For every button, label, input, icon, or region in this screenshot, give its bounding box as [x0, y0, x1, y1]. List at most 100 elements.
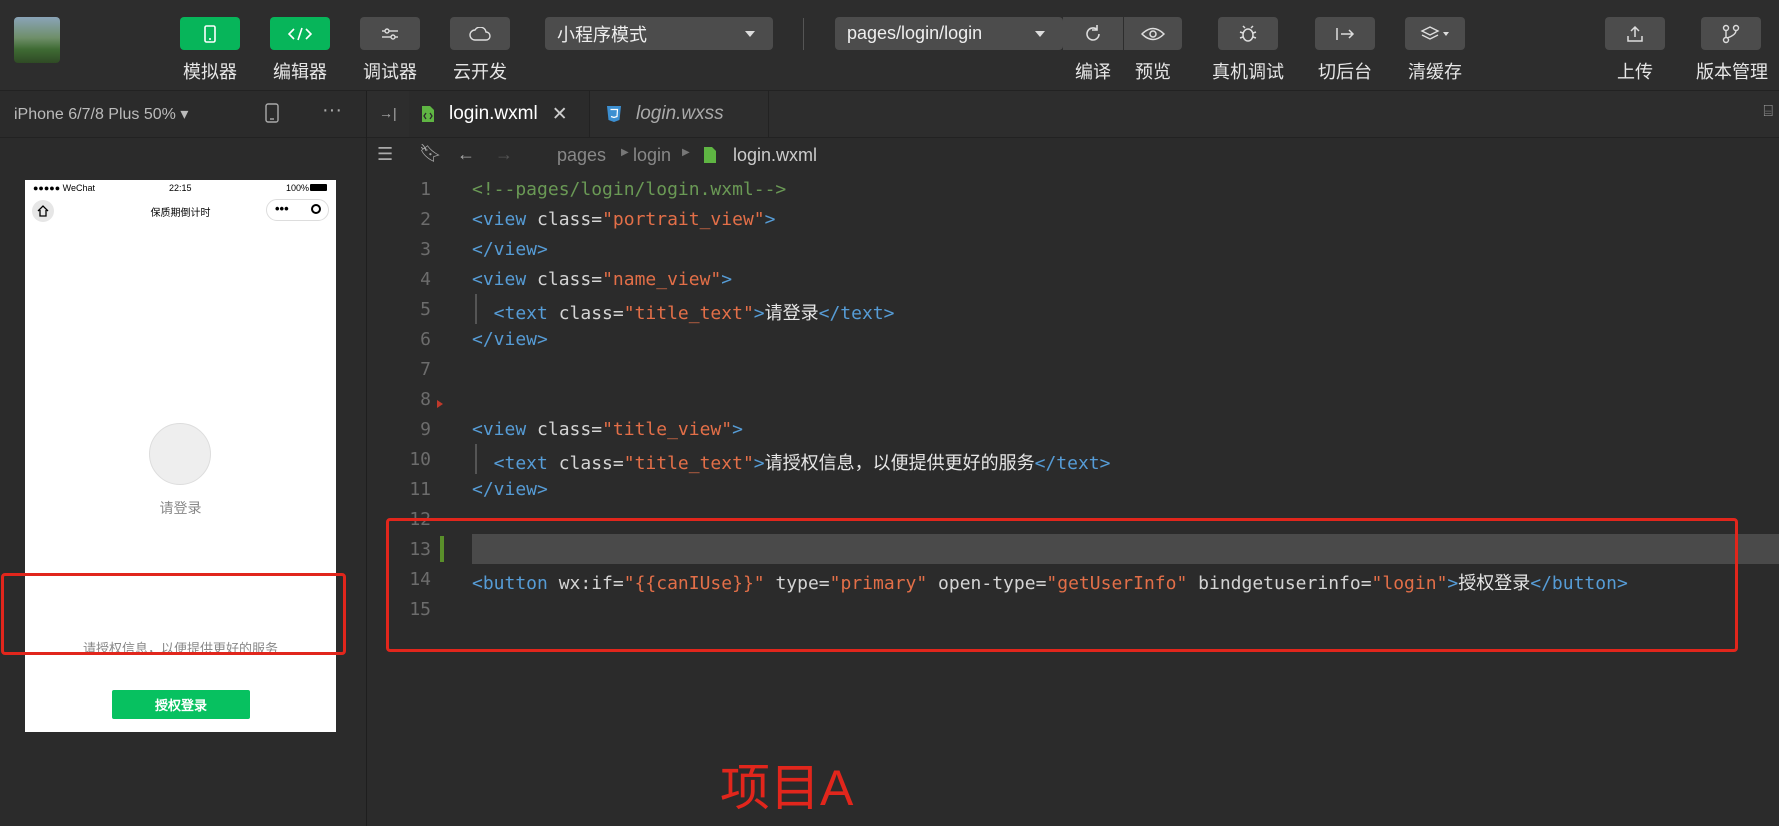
code-token: > [732, 419, 743, 440]
capsule-menu[interactable]: ••• [266, 199, 329, 221]
debugger-label: 调试器 [363, 62, 417, 82]
code-token: 请授权信息，以便提供更好的服务 [764, 453, 1035, 474]
code-token: > [753, 303, 765, 324]
code-token: </view> [472, 239, 548, 260]
split-editor-icon[interactable]: ⌸ [1763, 103, 1773, 121]
code-token: "title_text" [623, 303, 754, 324]
code-line[interactable]: 9 <view class="title_view"> [367, 414, 1779, 444]
tab-login-wxml[interactable]: login.wxml ✕ [409, 91, 589, 137]
code-token: <view [472, 419, 538, 440]
breadcrumb-item[interactable]: login.wxml [733, 145, 817, 166]
compile-button[interactable] [1063, 17, 1123, 50]
collapse-sidebar-icon[interactable]: →| [379, 105, 397, 121]
status-time: 22:15 [169, 183, 192, 193]
code-token: "name_view" [602, 269, 722, 290]
annotation-label: 项目A [720, 760, 854, 816]
simulator-toggle-button[interactable] [180, 17, 240, 50]
tab-label: login.wxss [636, 103, 724, 124]
device-select[interactable]: iPhone 6/7/8 Plus 50% ▾ [14, 104, 188, 124]
css-file-icon [607, 106, 621, 122]
version-button[interactable] [1701, 17, 1761, 50]
outline-icon[interactable]: ☰ [377, 144, 393, 165]
close-icon[interactable]: ✕ [552, 103, 568, 126]
page-select[interactable]: pages/login/login [835, 17, 1063, 50]
code-line[interactable]: 8 [367, 384, 1779, 414]
code-line[interactable]: 4 <view class="name_view"> [367, 264, 1779, 294]
wxml-file-icon [422, 106, 434, 122]
code-line[interactable]: 6 </view> [367, 324, 1779, 354]
avatar-placeholder [149, 423, 211, 485]
cloud-dev-button[interactable] [450, 17, 510, 50]
refresh-icon [1086, 24, 1100, 41]
debugger-toggle-button[interactable] [360, 17, 420, 50]
code-token: <text [472, 303, 559, 324]
more-icon[interactable]: ··· [322, 99, 342, 122]
preview-button[interactable] [1124, 17, 1182, 50]
line-number: 5 [420, 299, 431, 320]
line-number: 6 [420, 329, 431, 350]
code-token: <view [472, 209, 538, 230]
breadcrumb: ☰ 🔖︎ ← → pages ▶ login ▶ login.wxml [367, 138, 1779, 174]
user-avatar[interactable] [14, 17, 60, 63]
phone-nav-bar: 保质期倒计时 ••• [25, 196, 336, 228]
editor-label: 编辑器 [273, 62, 327, 82]
preview-label: 预览 [1135, 62, 1171, 82]
status-carrier: ●●●●● WeChat [33, 183, 96, 193]
code-text: <text class="title_text">请授权信息，以便提供更好的服务… [472, 449, 1111, 475]
code-text: <view class="name_view"> [472, 269, 732, 290]
line-number: 4 [420, 269, 431, 290]
code-text: <view class="portrait_view"> [472, 209, 775, 230]
breadcrumb-item[interactable]: pages [557, 145, 606, 166]
auth-login-button[interactable]: 授权登录 [112, 690, 250, 719]
phone-icon [204, 24, 216, 43]
remote-debug-button[interactable] [1218, 17, 1278, 50]
mode-select[interactable]: 小程序模式 [545, 17, 773, 50]
upload-button[interactable] [1605, 17, 1665, 50]
clear-cache-button[interactable] [1405, 17, 1465, 50]
cloud-icon [469, 26, 491, 41]
code-line[interactable]: 11 </view> [367, 474, 1779, 504]
code-line[interactable]: 10 <text class="title_text">请授权信息，以便提供更好… [367, 444, 1779, 474]
upload-icon [1627, 25, 1643, 42]
code-line[interactable]: 1 <!--pages/login/login.wxml--> [367, 174, 1779, 204]
upload-label: 上传 [1617, 62, 1653, 82]
code-token: </text> [818, 303, 895, 324]
code-text: <!--pages/login/login.wxml--> [472, 179, 786, 200]
code-token: > [753, 453, 765, 474]
back-arrow-icon[interactable]: ← [457, 144, 475, 165]
tab-login-wxss[interactable]: login.wxss [589, 91, 769, 137]
switch-background-icon [1336, 27, 1355, 40]
code-token: <text [472, 453, 559, 474]
code-token: "portrait_view" [602, 209, 765, 230]
code-token: class= [537, 209, 603, 230]
code-text: </view> [472, 479, 548, 500]
code-line[interactable]: 3 </view> [367, 234, 1779, 264]
phone-status-bar: ●●●●● WeChat 22:15 100% [25, 180, 336, 196]
indent-guide [475, 294, 477, 324]
more-dots-icon[interactable]: ••• [275, 201, 289, 216]
line-number: 9 [420, 419, 431, 440]
background-button[interactable] [1315, 17, 1375, 50]
phone-rotate-icon[interactable] [265, 103, 279, 123]
chevron-down-icon [1035, 31, 1045, 37]
highlight-box-simulator [1, 573, 346, 655]
login-prompt: 请登录 [159, 500, 202, 516]
code-line[interactable]: 7 [367, 354, 1779, 384]
code-line[interactable]: 5 <text class="title_text">请登录</text> [367, 294, 1779, 324]
breadcrumb-item[interactable]: login [633, 145, 671, 166]
close-circle-icon[interactable] [311, 204, 321, 214]
code-text: <view class="title_view"> [472, 419, 743, 440]
editor-toggle-button[interactable] [270, 17, 330, 50]
bookmark-icon[interactable]: 🔖︎ [419, 143, 442, 164]
simulator-header: iPhone 6/7/8 Plus 50% ▾ ··· [0, 91, 366, 138]
tab-label: login.wxml [449, 103, 538, 124]
forward-arrow-icon[interactable]: → [495, 144, 513, 165]
branch-icon [1722, 24, 1740, 43]
editor-tabs: →| login.wxml ✕ login.wxss ⌸ [367, 91, 1779, 138]
code-token: </view> [472, 479, 548, 500]
background-label: 切后台 [1318, 62, 1372, 82]
layers-icon [1420, 25, 1449, 40]
code-line[interactable]: 2 <view class="portrait_view"> [367, 204, 1779, 234]
sliders-icon [382, 27, 398, 40]
code-token: </view> [472, 329, 548, 350]
